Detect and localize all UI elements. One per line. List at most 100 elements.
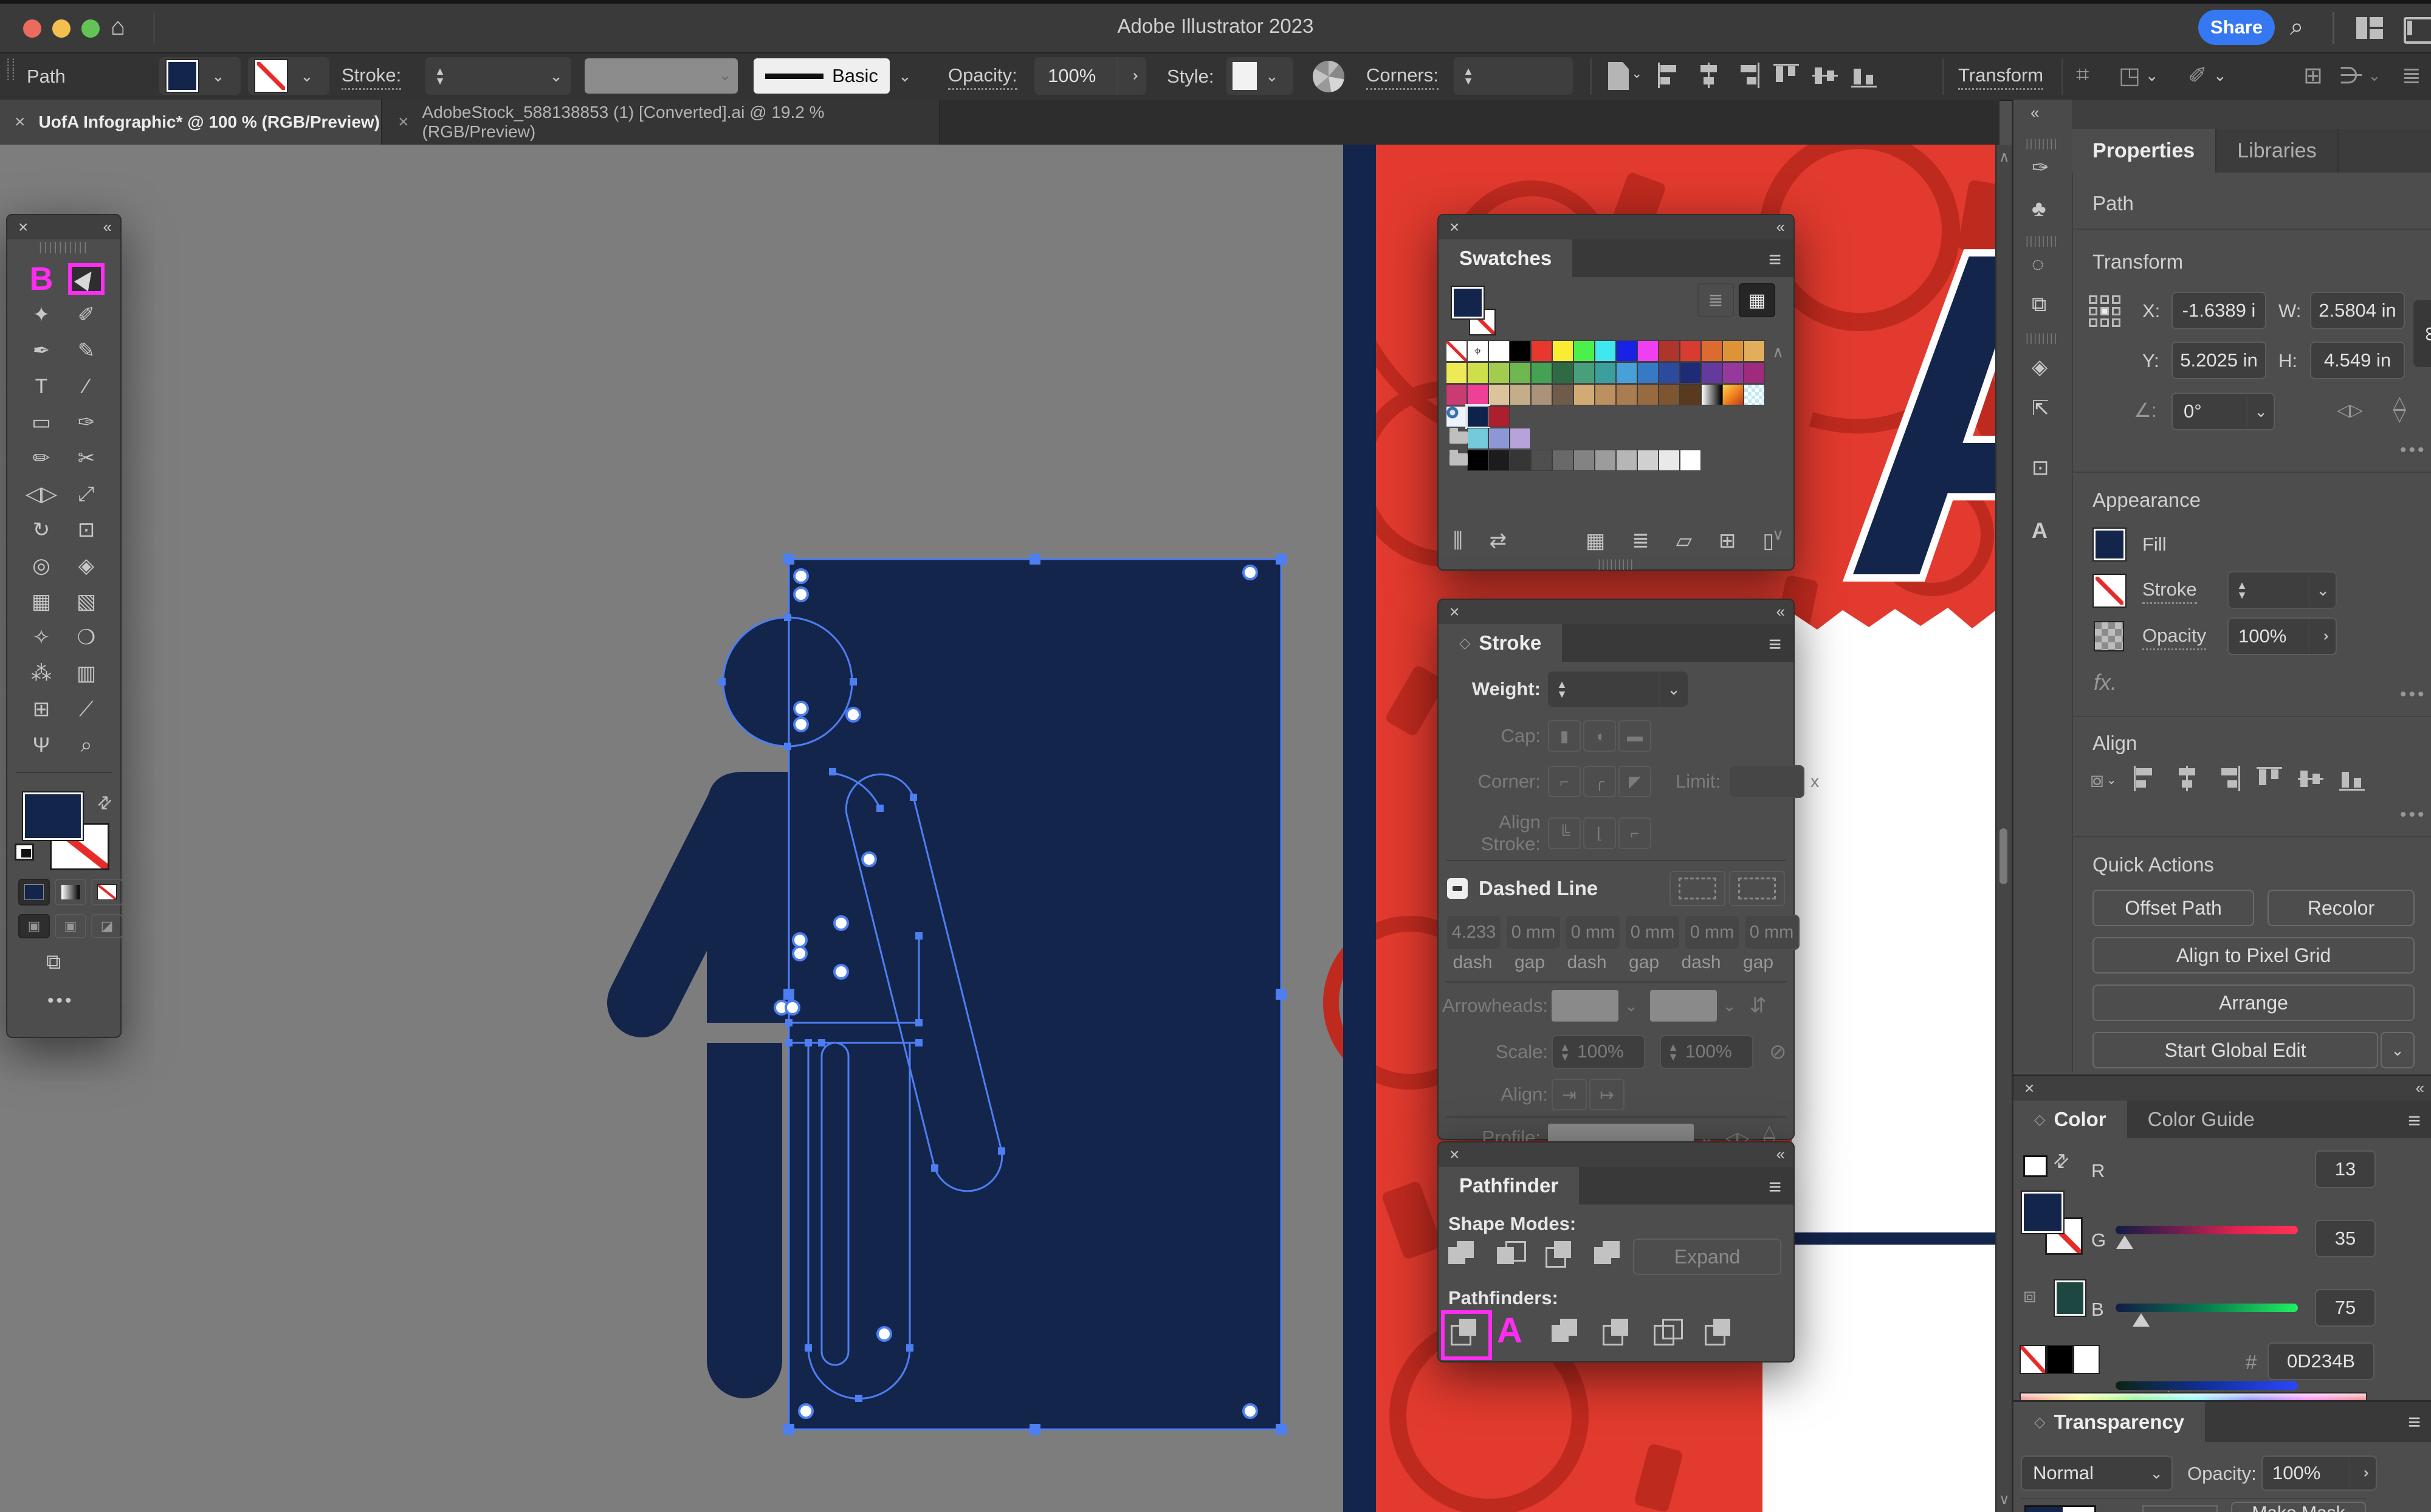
swatch[interactable] (1637, 362, 1659, 383)
grid-view-button[interactable]: ▦ (1739, 283, 1775, 317)
color-mode-button[interactable] (18, 879, 50, 905)
align-stroke-center-button[interactable]: ╚ (1548, 817, 1581, 849)
arrow-scale-start-field[interactable]: ▲▼100% (1552, 1035, 1645, 1069)
draw-inside-button[interactable]: ◪ (91, 914, 123, 938)
weight-stepper[interactable]: ▲▼ (1548, 679, 1576, 699)
appearance-stroke-swatch[interactable] (2094, 575, 2125, 607)
scrollbar-thumb[interactable] (1999, 828, 2007, 884)
panel-menu-icon[interactable]: ≡ (1769, 1174, 1781, 1200)
menu-icon[interactable]: ≣ (2402, 62, 2421, 89)
swatch[interactable] (1552, 362, 1573, 383)
tool-hand-tool[interactable]: Ψ (23, 729, 60, 761)
swatch[interactable] (1659, 340, 1680, 362)
workspace-switcher-icon[interactable] (2356, 17, 2383, 39)
tool-eyedropper-tool[interactable]: ✧ (23, 622, 60, 653)
shape-mode-exclude[interactable] (1594, 1241, 1623, 1270)
dash-field[interactable]: 0 mm (1625, 915, 1680, 950)
tool-rectangle-tool[interactable]: ▭ (23, 407, 60, 438)
appearance-opacity-label[interactable]: Opacity (2142, 625, 2206, 650)
swatch[interactable] (1722, 340, 1744, 362)
swatch[interactable] (1446, 406, 1467, 427)
align-hcenter[interactable] (1696, 63, 1721, 91)
swatch[interactable] (1595, 384, 1616, 405)
tool-type-tool[interactable]: T (23, 371, 60, 402)
in-gamut-swatch[interactable] (2055, 1280, 2085, 1316)
default-fill-stroke-icon[interactable] (15, 844, 34, 861)
expand-button[interactable]: Expand (1633, 1239, 1781, 1275)
fill-color-well[interactable]: ⌄ (159, 57, 241, 95)
swatch-selected[interactable] (1467, 406, 1488, 427)
tool-scale-tool[interactable]: ⤢ (68, 478, 105, 510)
registration-swatch[interactable]: ⌖ (1467, 340, 1488, 362)
more-options-icon[interactable]: ••• (2400, 684, 2427, 705)
align-vmiddle[interactable] (2298, 766, 2323, 794)
swatch[interactable] (1680, 384, 1701, 405)
align-to-dropdown[interactable]: ⧇⌄ (2090, 767, 2117, 793)
tool-magic-wand-tool[interactable]: ✦ (23, 299, 60, 331)
dash-field[interactable]: 0 mm (1744, 915, 1800, 950)
symbols-panel-icon[interactable]: ♣ (2032, 196, 2046, 221)
document-tab-label[interactable]: UofA Infographic* @ 100 % (RGB/Preview) (39, 112, 380, 132)
pathfinder-crop-button[interactable] (1603, 1319, 1632, 1348)
reference-point-grid[interactable] (2089, 295, 2123, 329)
swatch[interactable] (1573, 384, 1595, 405)
swatch[interactable] (1510, 384, 1531, 405)
start-global-edit-button[interactable]: Start Global Edit (2092, 1032, 2378, 1068)
dash-field[interactable]: 4.233 (1446, 915, 1502, 950)
pathfinder-tab[interactable]: Pathfinder (1439, 1167, 1579, 1204)
variable-width-dropdown[interactable]: ⌄ (585, 58, 738, 94)
flip-horizontal-icon[interactable]: ◁▷ (2337, 400, 2363, 420)
live-shape-icon[interactable]: ✐⌄ (2188, 62, 2227, 89)
y-field[interactable]: 5.2025 in (2171, 342, 2266, 379)
corners-stepper[interactable]: ▲▼ (1454, 66, 1483, 86)
select-similar-panel-icon[interactable]: ◌ (2032, 253, 2044, 277)
r-value-field[interactable]: 13 (2315, 1150, 2376, 1188)
swatch[interactable] (1467, 384, 1488, 405)
brushes-panel-icon[interactable]: ✑ (2032, 156, 2049, 180)
tool-pencil-tool[interactable]: ✏ (23, 442, 60, 474)
swatch-scroll-up-icon[interactable]: ∧ (1772, 343, 1784, 362)
scroll-down-icon[interactable]: ∨ (1999, 1491, 2010, 1508)
swatch[interactable] (1467, 450, 1488, 471)
collapse-icon[interactable]: « (1776, 218, 1783, 236)
arrange-button[interactable]: Arrange (2092, 985, 2415, 1021)
angle-dropdown[interactable]: 0° ⌄ (2171, 393, 2275, 430)
transparency-opacity-field[interactable]: 100% ⌄ (2261, 1455, 2377, 1491)
shape-mode-unite[interactable] (1448, 1241, 1477, 1270)
collapse-dock-icon[interactable]: « (2030, 103, 2061, 122)
dash-field[interactable]: 0 mm (1565, 915, 1621, 950)
arrow-scale-end-field[interactable]: ▲▼100% (1660, 1035, 1753, 1069)
global-edit-options-button[interactable]: ⌄ (2381, 1032, 2415, 1068)
make-mask-button[interactable]: Make Mask (2231, 1502, 2366, 1512)
document-setup-icon[interactable]: ⌄ (1604, 61, 1647, 92)
out-of-gamut-cube-icon[interactable]: ⧈ (2023, 1284, 2037, 1308)
swatch-options-icon[interactable]: ≣ (1632, 529, 1649, 553)
slider-thumb[interactable] (2116, 1235, 2133, 1249)
offset-path-button[interactable]: Offset Path (2092, 890, 2254, 926)
share-button[interactable]: Share (2198, 10, 2275, 45)
swatch[interactable] (1488, 362, 1510, 383)
tab-color-guide[interactable]: Color Guide (2127, 1101, 2275, 1138)
swatch[interactable] (1446, 340, 1467, 362)
align-right[interactable] (1735, 63, 1760, 91)
tool-slice-tool[interactable]: ⟋ (68, 693, 105, 725)
swatch[interactable] (1531, 340, 1552, 362)
panel-menu-icon[interactable]: ≡ (2408, 1108, 2421, 1133)
transform-panel-icon[interactable]: ⧉ (2032, 293, 2046, 317)
recolor-artwork-icon[interactable] (1313, 61, 1344, 92)
align-top[interactable] (2257, 766, 2282, 794)
tab-properties[interactable]: Properties (2072, 129, 2215, 173)
close-tab-icon[interactable]: × (15, 112, 26, 132)
swatch[interactable] (1488, 428, 1510, 449)
swatch[interactable] (1446, 362, 1467, 383)
corner-bevel-button[interactable]: ◤ (1618, 766, 1651, 797)
swatch[interactable] (1616, 340, 1637, 362)
swatch[interactable] (1680, 362, 1701, 383)
corner-round-button[interactable]: ╭ (1583, 766, 1616, 797)
swatch[interactable] (1680, 450, 1701, 471)
swatch[interactable] (1488, 384, 1510, 405)
appearance-stroke-label[interactable]: Stroke (2142, 579, 2197, 604)
swatch[interactable] (1531, 384, 1552, 405)
pathfinder-divide-button[interactable] (1451, 1319, 1480, 1351)
align-left[interactable] (2133, 766, 2158, 794)
